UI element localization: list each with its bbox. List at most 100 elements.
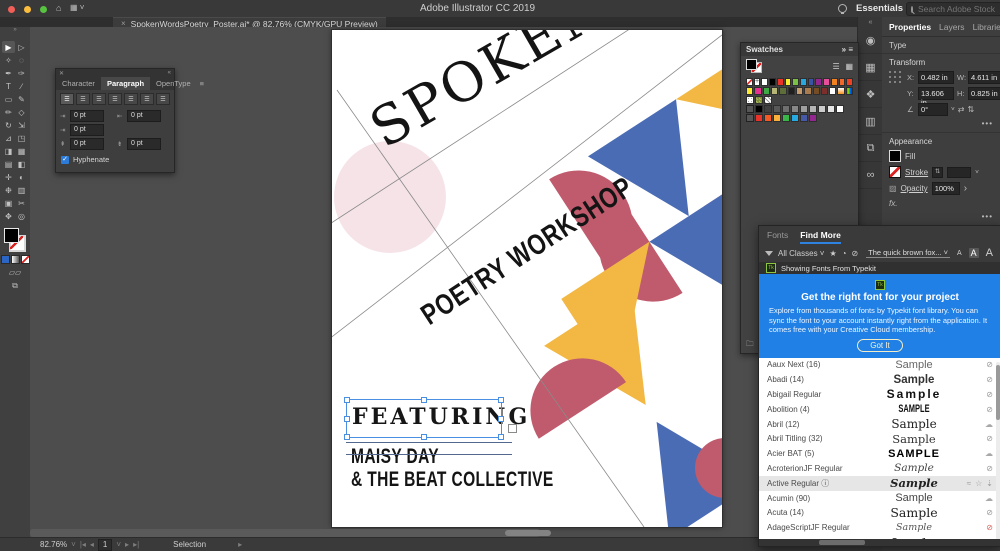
artboard-dropdown-icon[interactable]: ˅ [116,540,121,549]
grad-or-swatch[interactable] [837,87,844,95]
fill-swatch[interactable] [889,150,901,162]
color-swatch[interactable] [846,78,853,86]
fill-color-swatch[interactable] [4,228,19,243]
recent-clock-icon[interactable]: ◔ [842,249,847,258]
color-swatch[interactable] [777,78,784,86]
panel-collapse-icon[interactable]: « [168,70,171,76]
color-swatch[interactable] [782,114,790,122]
screen-mode-icon[interactable]: ⧉ [0,281,30,291]
selection-handle[interactable] [421,434,427,440]
selection-handle[interactable] [498,397,504,403]
sync-font-icon[interactable]: ⊘ [986,523,993,532]
font-row[interactable]: Acuta (14)Sample⊘ [759,505,1000,520]
selection-handle[interactable] [344,416,350,422]
tab-opentype[interactable]: OpenType [150,77,197,90]
stroke-width-stepper[interactable]: ⇅ [932,167,943,178]
swatches-panel-menu-icon[interactable]: » ≡ [842,45,853,54]
gradient-panel-icon[interactable]: ▥ [858,108,883,135]
column-graph-tool[interactable]: ▥ [15,184,28,196]
color-swatch[interactable] [761,78,768,86]
tab-fonts[interactable]: Fonts [767,230,788,244]
font-row[interactable]: Acier BAT (5)SAMPLE☁ [759,446,1000,461]
font-row[interactable]: Abolition (4)SAMPLE⊘ [759,402,1000,417]
pat-leaf-swatch[interactable] [755,96,763,104]
folder-swatch[interactable] [746,114,754,122]
color-swatch[interactable] [836,105,844,113]
color-swatch[interactable] [808,78,815,86]
color-swatch[interactable] [791,114,799,122]
panel-menu-icon[interactable]: ≡ [197,77,207,90]
stroke-width-field[interactable] [947,167,971,178]
opacity-label[interactable]: Opacity [901,184,928,193]
opacity-field[interactable]: 100% [932,182,960,195]
tab-properties[interactable]: Properties [889,22,931,32]
color-swatch[interactable] [829,87,836,95]
stock-search[interactable] [906,2,1000,16]
color-swatch[interactable] [821,87,828,95]
font-row[interactable]: AdageScriptJF RegularSample⊘ [759,520,1000,535]
swatches-fill-stroke[interactable] [746,59,762,73]
color-swatch[interactable] [769,78,776,86]
grid-view-icon[interactable]: ▦ [845,62,853,71]
artboards-panel-icon[interactable]: ⧉ [858,135,883,162]
next-artboard-icon[interactable]: ▸ [125,540,129,549]
shape-builder-tool[interactable]: ◨ [2,145,15,157]
pat-line-swatch[interactable] [764,96,772,104]
flip-horizontal-icon[interactable]: ⇄ [958,105,965,114]
color-swatch[interactable] [792,78,799,86]
minimize-window-icon[interactable] [24,6,31,13]
x-field[interactable]: 0.482 in [918,71,954,84]
color-swatch[interactable] [831,78,838,86]
effects-icon[interactable]: fx. [889,199,897,208]
color-swatch[interactable] [800,105,808,113]
status-expand-icon[interactable]: ▸ [238,540,242,549]
sync-font-icon[interactable]: ☁ [985,494,993,503]
blend-tool[interactable]: ◐ [15,171,28,183]
sync-font-icon[interactable]: ⊘ [986,390,993,399]
color-swatch[interactable] [791,105,799,113]
justify-last-right-button[interactable]: ☰ [140,93,154,105]
pen-tool[interactable]: ✒ [2,67,15,79]
color-swatch[interactable] [823,78,830,86]
color-swatch[interactable] [746,87,753,95]
selection-handle[interactable] [344,434,350,440]
h-field[interactable]: 0.825 in [968,87,1000,100]
close-window-icon[interactable] [8,6,15,13]
curvature-tool[interactable]: ✑ [15,67,28,79]
color-swatch[interactable] [827,105,835,113]
list-view-icon[interactable]: ☰ [832,62,839,71]
color-swatch[interactable] [773,105,781,113]
flip-vertical-icon[interactable]: ⇅ [968,105,975,114]
justify-last-center-button[interactable]: ☰ [124,93,138,105]
rotation-field[interactable]: 0° [918,103,948,116]
gradient-button[interactable] [11,255,20,264]
symbol-sprayer-tool[interactable]: ❉ [2,184,15,196]
text-selection-box[interactable] [346,399,502,438]
reference-point-locator[interactable] [889,71,902,119]
similar-fonts-icon[interactable]: ≈ [967,479,971,488]
artboard[interactable]: SPOKENWORD POETRY WORKSHOP FEATURING MAI… [332,30,722,527]
paintbrush-tool[interactable]: ✎ [15,93,28,105]
classes-filter[interactable]: All Classes ˅ [778,249,824,258]
last-artboard-icon[interactable]: ▸| [133,540,139,549]
sync-font-icon[interactable]: ⊘ [986,375,993,384]
color-swatch[interactable] [818,105,826,113]
space-before-field[interactable]: 0 pt [70,138,104,150]
direct-selection-tool[interactable]: ▷ [15,41,28,53]
w-field[interactable]: 4.611 in [968,71,1000,84]
width-tool[interactable]: ⊿ [2,132,15,144]
color-swatch[interactable] [785,78,792,86]
preview-size-small[interactable]: A [955,250,964,257]
font-row[interactable]: AcroterionJF RegularSample⊘ [759,461,1000,476]
artboard-number[interactable]: 1 [98,539,112,551]
preview-text-dropdown[interactable]: The quick brown fox... ˅ [866,248,950,258]
color-panel-icon[interactable]: ◉ [858,27,883,54]
stroke-width-dropdown-icon[interactable]: ˅ [975,169,979,176]
filter-icon[interactable] [765,251,773,256]
home-icon[interactable]: ⌂ [56,3,61,13]
sync-font-icon[interactable]: ⊘ [986,508,993,517]
hand-tool[interactable]: ✥ [2,210,15,222]
color-swatch[interactable] [771,87,778,95]
first-artboard-icon[interactable]: |◂ [80,540,86,549]
pat-dot-swatch[interactable] [746,96,754,104]
